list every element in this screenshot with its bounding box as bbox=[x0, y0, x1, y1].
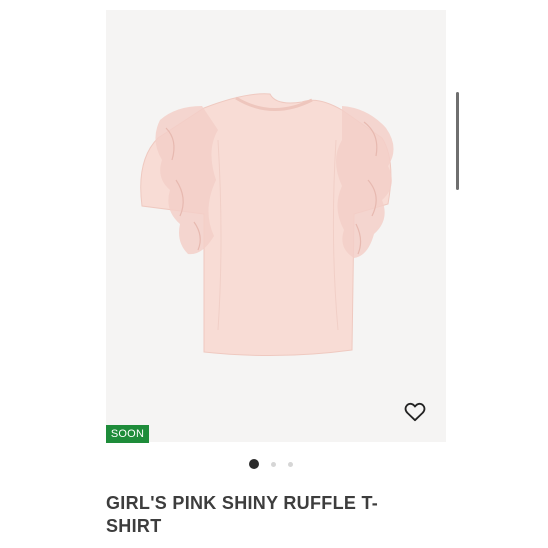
carousel-dots bbox=[249, 458, 293, 470]
tshirt-image bbox=[140, 93, 394, 357]
carousel-dot-3[interactable] bbox=[288, 461, 293, 467]
heart-outline-icon bbox=[404, 402, 426, 422]
soon-badge: SOON bbox=[106, 425, 149, 443]
product-image[interactable] bbox=[106, 10, 446, 442]
carousel-dot-1[interactable] bbox=[249, 459, 259, 469]
wishlist-button[interactable] bbox=[402, 400, 428, 424]
scrollbar[interactable] bbox=[456, 92, 459, 190]
carousel-dot-2[interactable] bbox=[271, 461, 276, 467]
product-title: GIRL'S PINK SHINY RUFFLE T-SHIRT bbox=[106, 493, 379, 536]
